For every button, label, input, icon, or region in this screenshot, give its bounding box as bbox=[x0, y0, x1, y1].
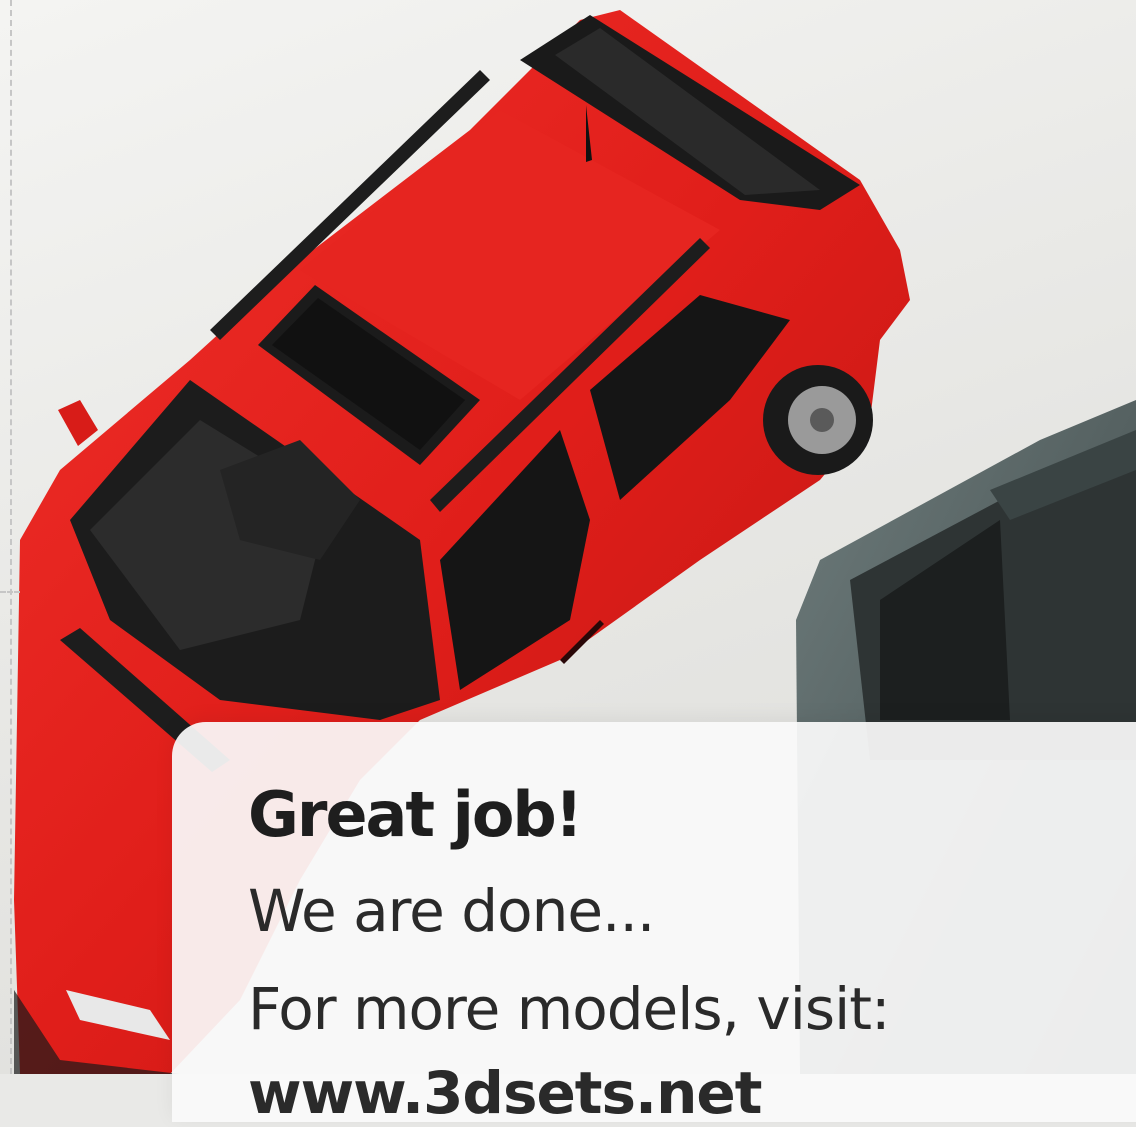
card-visit-text: For more models, visit: bbox=[248, 975, 890, 1043]
card-title: Great job! bbox=[248, 778, 583, 851]
dashed-guide-line bbox=[10, 0, 12, 1074]
card-subtitle: We are done... bbox=[248, 877, 655, 945]
card-website-link[interactable]: www.3dsets.net bbox=[248, 1064, 762, 1122]
dashed-guide-tick bbox=[0, 591, 20, 593]
completion-card: Great job! We are done... For more model… bbox=[172, 722, 1136, 1122]
